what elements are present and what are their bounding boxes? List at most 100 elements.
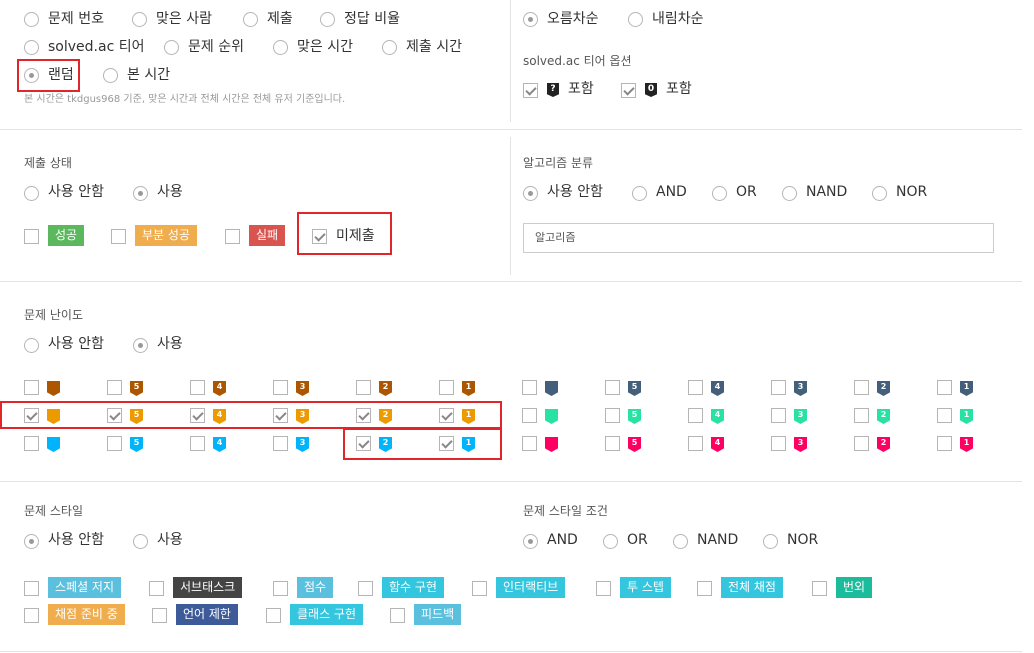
tier-gold-checkbox[interactable] xyxy=(356,408,371,423)
style-title: 문제 스타일 xyxy=(24,504,84,518)
style-tag-checkbox[interactable] xyxy=(266,608,281,623)
tier-diamond-icon: 4 xyxy=(213,437,226,452)
style-cond-radio-and[interactable] xyxy=(523,534,538,549)
sort-radio-viewed-time[interactable] xyxy=(103,68,118,83)
tier-emerald-checkbox[interactable] xyxy=(688,408,703,423)
sort-radio-solved-count[interactable] xyxy=(132,12,147,27)
tier-diamond-checkbox[interactable] xyxy=(273,436,288,451)
tier-emerald-checkbox[interactable] xyxy=(771,408,786,423)
algo-radio-off[interactable] xyxy=(523,186,538,201)
tier-bronze-checkbox[interactable] xyxy=(273,380,288,395)
tier-emerald-icon: 1 xyxy=(960,409,973,424)
tier-zero-checkbox[interactable] xyxy=(621,83,636,98)
style-radio-on[interactable] xyxy=(133,534,148,549)
tier-unrated-checkbox[interactable] xyxy=(523,83,538,98)
tier-gold-checkbox[interactable] xyxy=(190,408,205,423)
tier-diamond-checkbox[interactable] xyxy=(439,436,454,451)
style-tag-checkbox[interactable] xyxy=(273,581,288,596)
tier-diamond-checkbox[interactable] xyxy=(190,436,205,451)
tier-platinum-checkbox[interactable] xyxy=(688,380,703,395)
style-tag-checkbox[interactable] xyxy=(596,581,611,596)
style-tag-checkbox[interactable] xyxy=(149,581,164,596)
style-tag-checkbox[interactable] xyxy=(697,581,712,596)
order-radio-asc[interactable] xyxy=(523,12,538,27)
tier-emerald-checkbox[interactable] xyxy=(937,408,952,423)
style-tag-checkbox[interactable] xyxy=(812,581,827,596)
sort-radio-tier[interactable] xyxy=(24,40,39,55)
divider xyxy=(510,137,511,275)
style-tag: 클래스 구현 xyxy=(290,604,364,625)
tier-diamond-checkbox[interactable] xyxy=(107,436,122,451)
style-radio-off[interactable] xyxy=(24,534,39,549)
difficulty-radio-on[interactable] xyxy=(133,338,148,353)
tier-bronze-checkbox[interactable] xyxy=(439,380,454,395)
tier-bronze-checkbox[interactable] xyxy=(356,380,371,395)
style-tag-checkbox[interactable] xyxy=(358,581,373,596)
tier-platinum-checkbox[interactable] xyxy=(937,380,952,395)
status-fail-checkbox[interactable] xyxy=(225,229,240,244)
tier-ruby-checkbox[interactable] xyxy=(771,436,786,451)
sort-radio-solved-time[interactable] xyxy=(273,40,288,55)
tier-ruby-icon: 5 xyxy=(628,437,641,452)
algorithm-search-input[interactable]: 알고리즘 xyxy=(523,223,994,253)
style-tag-checkbox[interactable] xyxy=(24,581,39,596)
style-cond-label: OR xyxy=(627,532,648,548)
tier-ruby-icon: 3 xyxy=(794,437,807,452)
style-tag-checkbox[interactable] xyxy=(472,581,487,596)
style-cond-radio-nor[interactable] xyxy=(763,534,778,549)
tier-gold-checkbox[interactable] xyxy=(24,408,39,423)
status-partial-checkbox[interactable] xyxy=(111,229,126,244)
sort-radio-submit[interactable] xyxy=(243,12,258,27)
tier-ruby-checkbox[interactable] xyxy=(522,436,537,451)
tier-ruby-icon: 4 xyxy=(711,437,724,452)
tier-gold-checkbox[interactable] xyxy=(273,408,288,423)
style-cond-radio-nand[interactable] xyxy=(673,534,688,549)
tier-diamond-checkbox[interactable] xyxy=(356,436,371,451)
style-tag: 번외 xyxy=(836,577,873,598)
style-tag-checkbox[interactable] xyxy=(390,608,405,623)
tier-bronze-checkbox[interactable] xyxy=(190,380,205,395)
tier-ruby-checkbox[interactable] xyxy=(688,436,703,451)
order-radio-desc[interactable] xyxy=(628,12,643,27)
order-label: 내림차순 xyxy=(652,11,704,27)
status-radio-off[interactable] xyxy=(24,186,39,201)
tier-platinum-checkbox[interactable] xyxy=(854,380,869,395)
sort-radio-problem-id[interactable] xyxy=(24,12,39,27)
algo-radio-nor[interactable] xyxy=(872,186,887,201)
tier-ruby-checkbox[interactable] xyxy=(854,436,869,451)
style-tag: 함수 구현 xyxy=(382,577,444,598)
tier-ruby-checkbox[interactable] xyxy=(605,436,620,451)
tier-emerald-checkbox[interactable] xyxy=(522,408,537,423)
algo-radio-or[interactable] xyxy=(712,186,727,201)
status-success-checkbox[interactable] xyxy=(24,229,39,244)
sort-radio-ratio[interactable] xyxy=(320,12,335,27)
tier-gold-checkbox[interactable] xyxy=(439,408,454,423)
status-radio-on[interactable] xyxy=(133,186,148,201)
tier-diamond-icon: 3 xyxy=(296,437,309,452)
difficulty-radio-off[interactable] xyxy=(24,338,39,353)
style-tag-checkbox[interactable] xyxy=(24,608,39,623)
algo-option-label: AND xyxy=(656,184,687,200)
algo-radio-nand[interactable] xyxy=(782,186,797,201)
tier-platinum-checkbox[interactable] xyxy=(771,380,786,395)
tier-emerald-checkbox[interactable] xyxy=(854,408,869,423)
style-cond-radio-or[interactable] xyxy=(603,534,618,549)
tier-platinum-checkbox[interactable] xyxy=(522,380,537,395)
tier-emerald-checkbox[interactable] xyxy=(605,408,620,423)
style-tag-checkbox[interactable] xyxy=(152,608,167,623)
tier-diamond-checkbox[interactable] xyxy=(24,436,39,451)
tier-platinum-checkbox[interactable] xyxy=(605,380,620,395)
tier-gold-checkbox[interactable] xyxy=(107,408,122,423)
style-tag: 채점 준비 중 xyxy=(48,604,125,625)
style-use-label: 사용 안함 xyxy=(48,532,104,548)
algo-radio-and[interactable] xyxy=(632,186,647,201)
tier-ruby-checkbox[interactable] xyxy=(937,436,952,451)
tier-bronze-checkbox[interactable] xyxy=(107,380,122,395)
sort-radio-submit-time[interactable] xyxy=(382,40,397,55)
style-use-label: 사용 xyxy=(157,532,183,548)
tier-bronze-checkbox[interactable] xyxy=(24,380,39,395)
tier-platinum-icon: 4 xyxy=(711,381,724,396)
unrated-tier-icon: ? xyxy=(547,83,559,97)
tier-emerald-icon: 5 xyxy=(628,409,641,424)
sort-radio-rank[interactable] xyxy=(164,40,179,55)
